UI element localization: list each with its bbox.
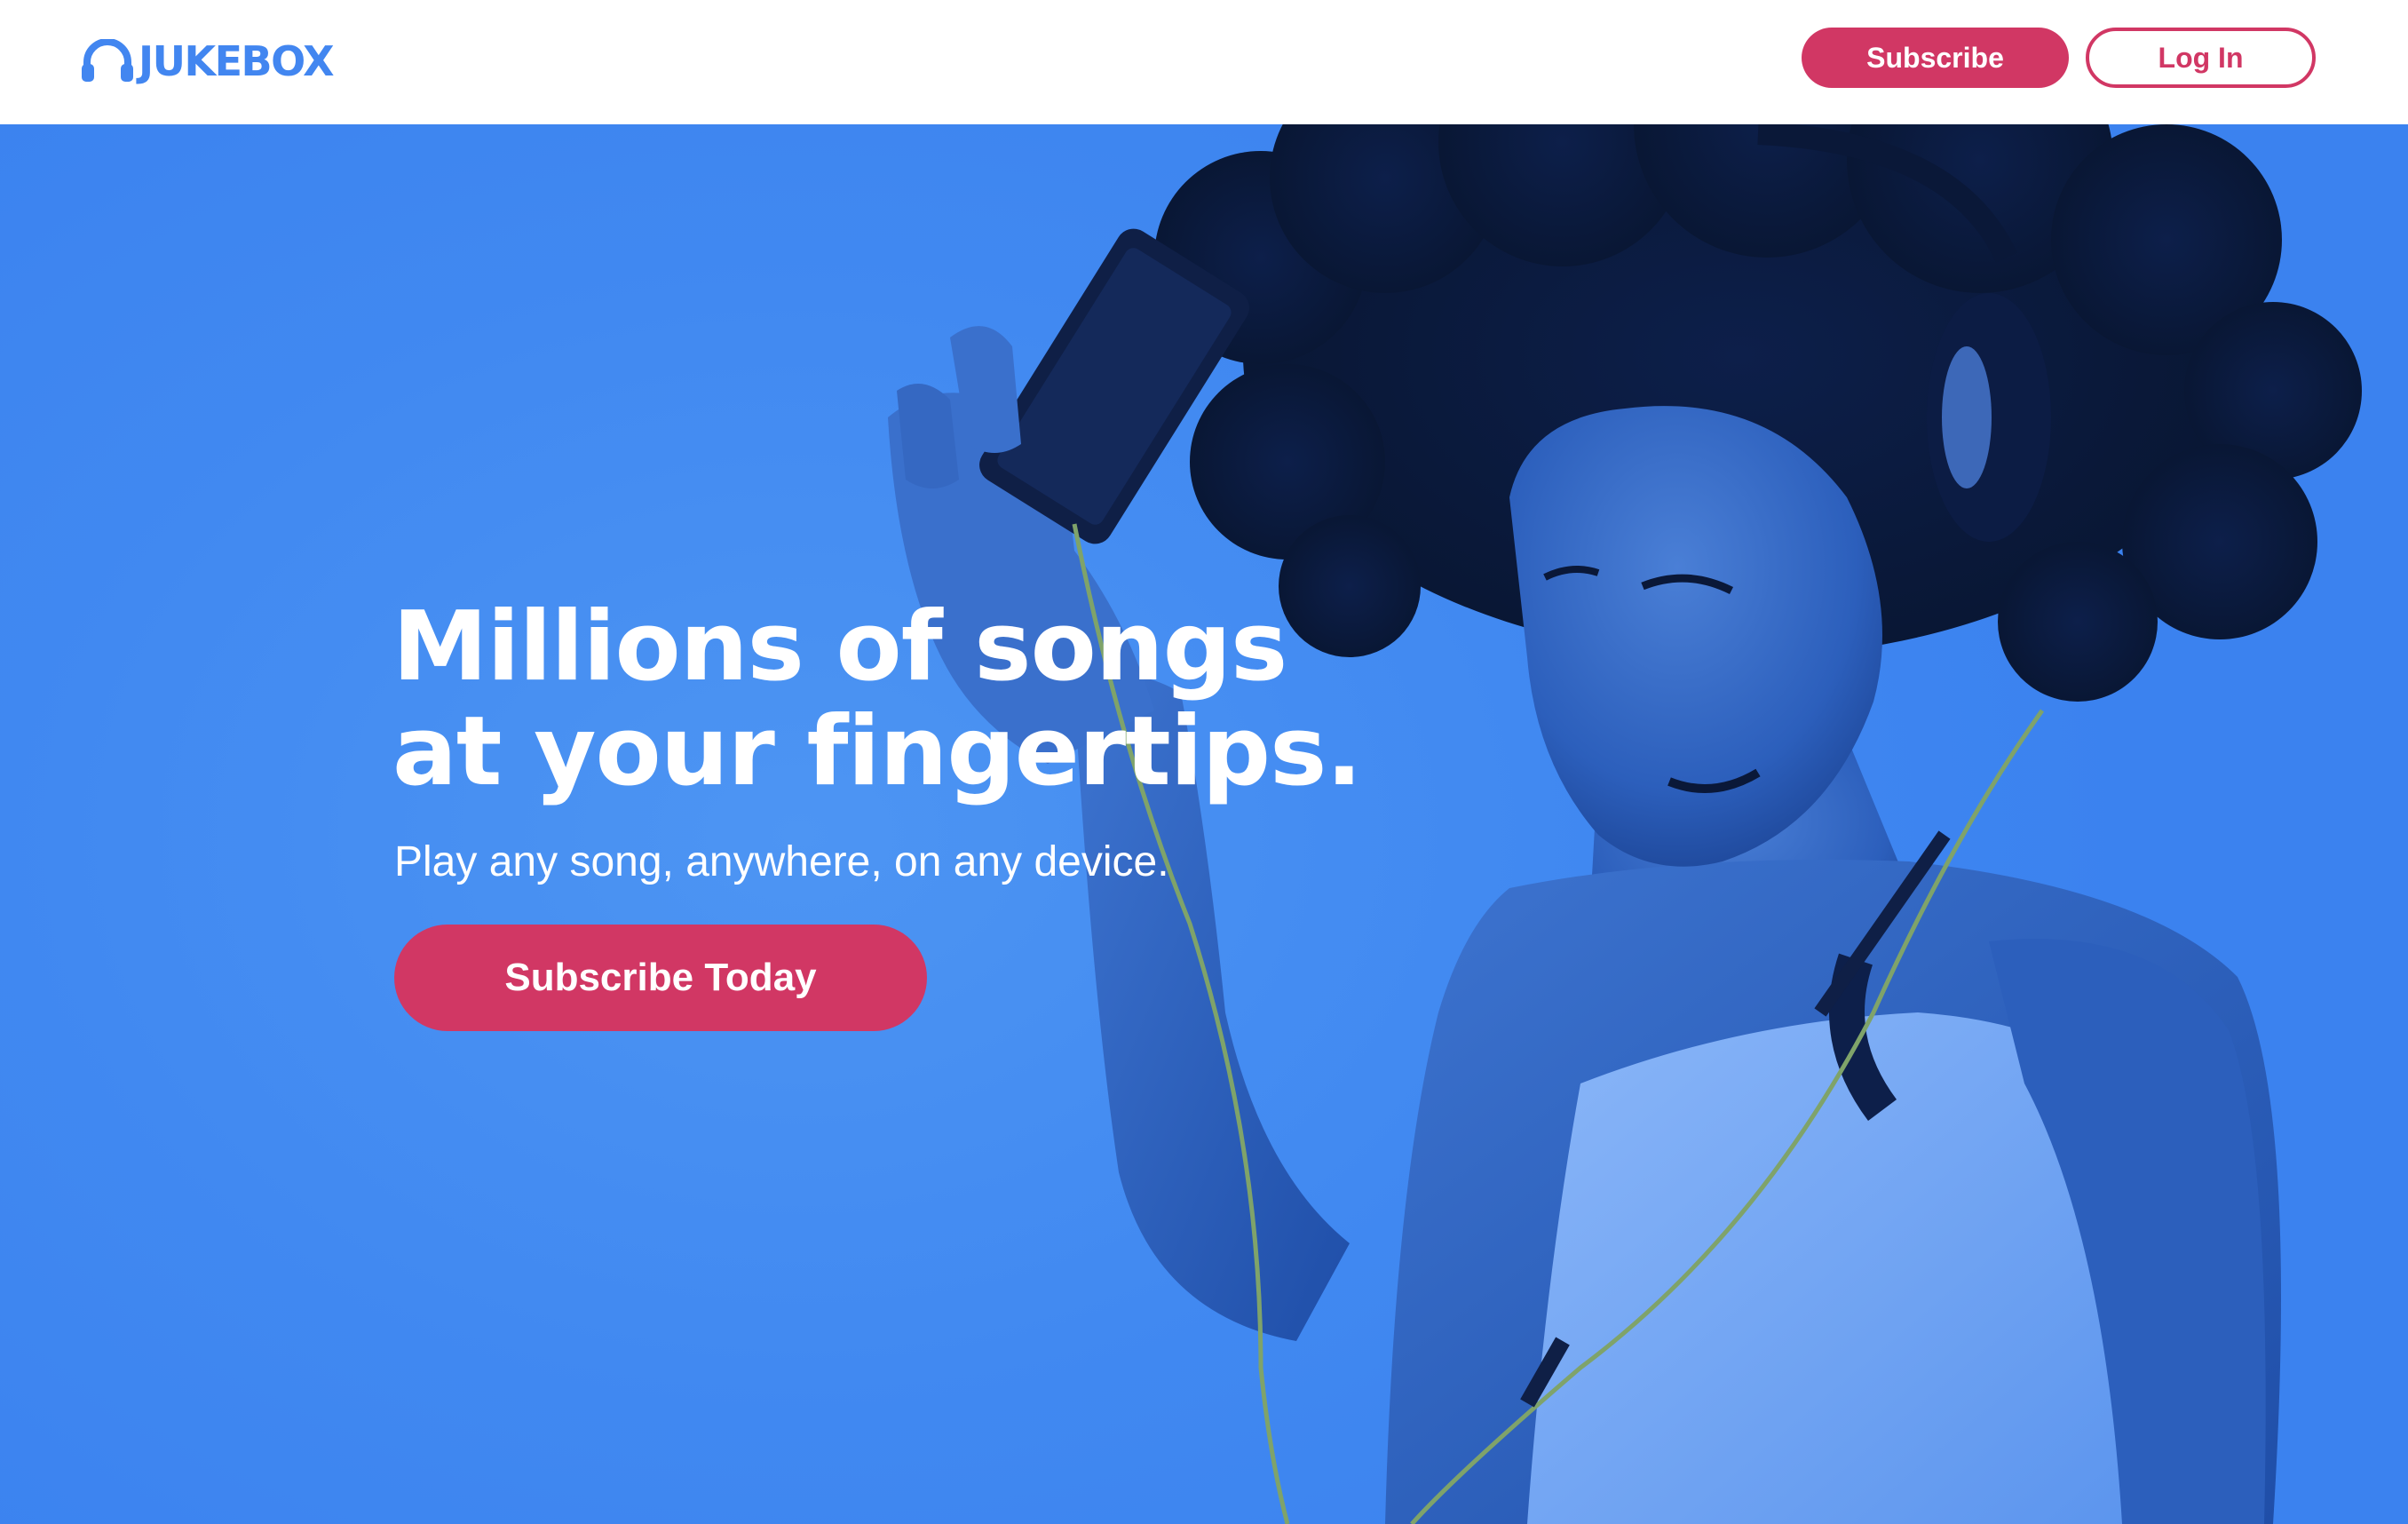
login-button[interactable]: Log In [2086,28,2316,88]
hero-section: Millions of songs at your fingertips. Pl… [0,124,2408,1524]
hero-title-line-1: Millions of songs [392,591,1287,702]
hero-title: Millions of songs at your fingertips. [392,595,1458,805]
hero-title-line-2: at your fingertips. [392,696,1362,807]
brand-name: JUKEBOX [139,37,335,85]
woman-with-headphones-photo [888,124,2362,1524]
headphones-icon [82,39,133,82]
subscribe-button[interactable]: Subscribe [1802,28,2069,88]
subscribe-today-button[interactable]: Subscribe Today [394,925,927,1031]
hero-subtitle: Play any song, anywhere, on any device. [394,838,1169,885]
site-header: JUKEBOX Subscribe Log In [0,0,2408,124]
brand-logo[interactable]: JUKEBOX [80,37,335,85]
